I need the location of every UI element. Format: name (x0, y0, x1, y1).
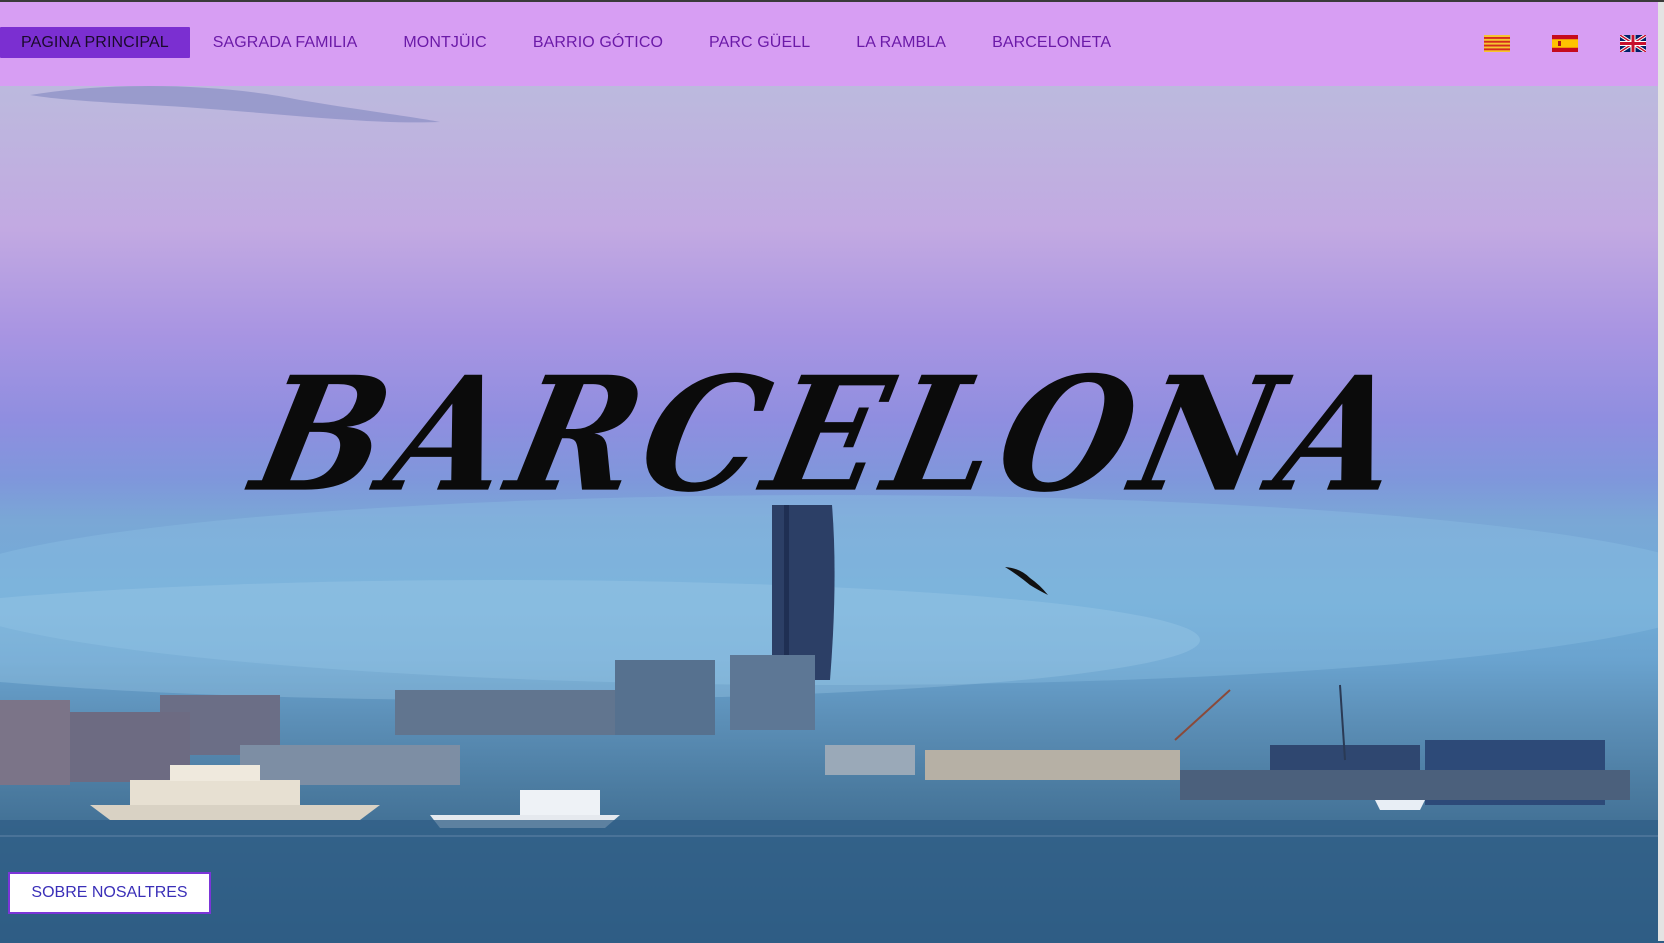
nav-item-parc-guell[interactable]: PARC GÜELL (686, 27, 833, 58)
hero-title: BARCELONA (239, 342, 1425, 528)
main-nav: PAGINA PRINCIPAL SAGRADA FAMILIA MONTJÜI… (0, 27, 1134, 58)
uk-flag-icon[interactable] (1620, 35, 1646, 52)
hero-background: BARCELONA (0, 0, 1664, 943)
nav-item-la-rambla[interactable]: LA RAMBLA (833, 27, 969, 58)
nav-item-pagina-principal[interactable]: PAGINA PRINCIPAL (0, 27, 190, 58)
nav-item-barrio-gotico[interactable]: BARRIO GÓTICO (510, 27, 686, 58)
vertical-scrollbar[interactable] (1658, 2, 1664, 941)
catalan-flag-icon[interactable] (1484, 35, 1510, 52)
nav-item-sagrada-familia[interactable]: SAGRADA FAMILIA (190, 27, 381, 58)
language-selector (1484, 35, 1646, 52)
top-navigation-bar: PAGINA PRINCIPAL SAGRADA FAMILIA MONTJÜI… (0, 0, 1664, 86)
spanish-flag-icon[interactable] (1552, 35, 1578, 52)
nav-item-barceloneta[interactable]: BARCELONETA (969, 27, 1134, 58)
about-us-button[interactable]: SOBRE NOSALTRES (8, 872, 211, 914)
nav-item-montjuic[interactable]: MONTJÜIC (380, 27, 509, 58)
